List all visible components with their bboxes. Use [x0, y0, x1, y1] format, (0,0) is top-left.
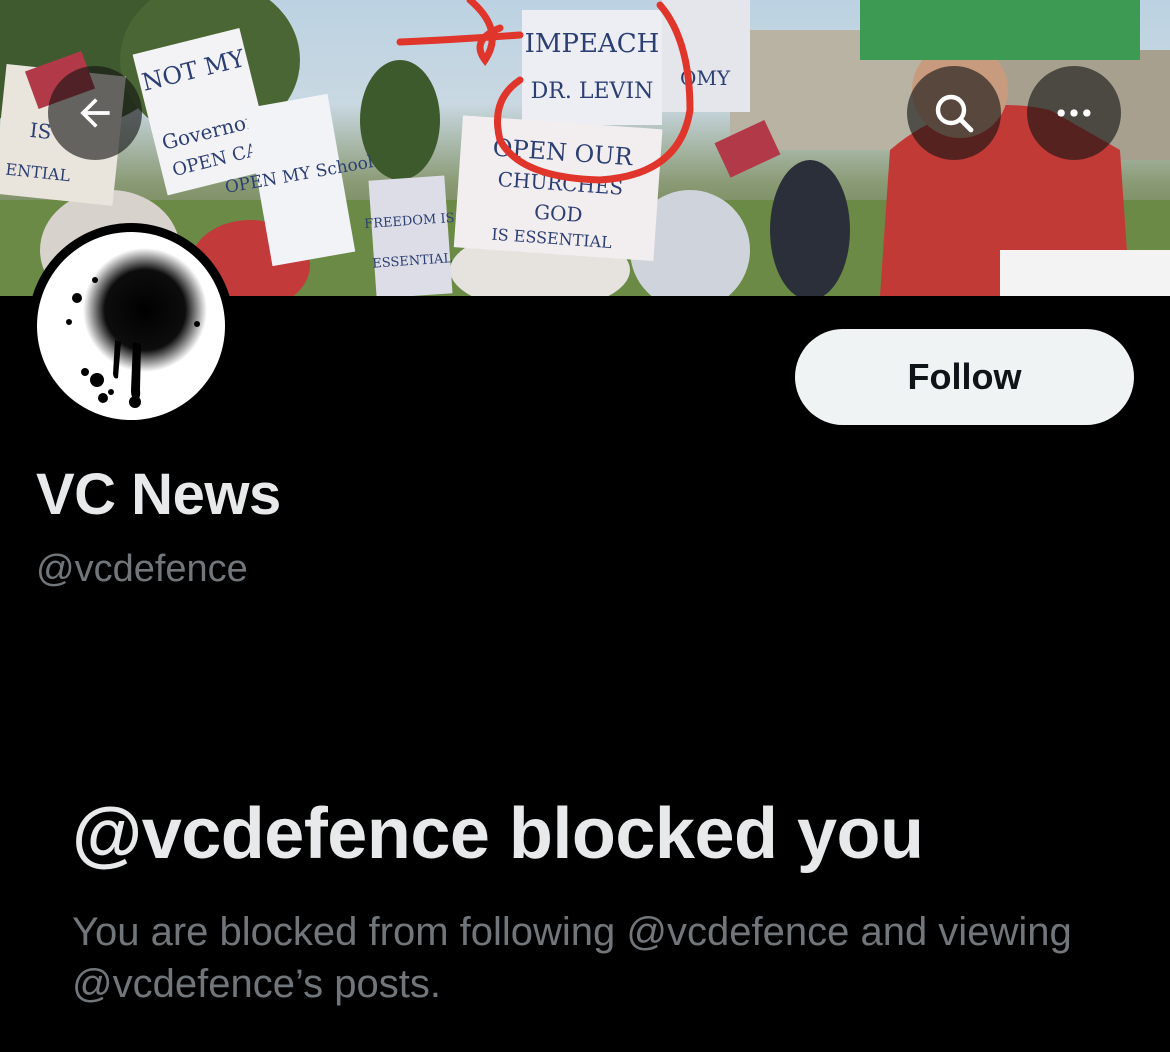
profile-avatar[interactable] [28, 223, 234, 429]
sign-impeach: IMPEACH [525, 29, 660, 59]
avatar-image [37, 232, 225, 420]
search-icon [935, 94, 974, 133]
search-button[interactable] [907, 66, 1001, 160]
sign-god: GOD [533, 200, 583, 227]
display-name: VC News [36, 462, 281, 527]
arrow-left-icon [80, 98, 110, 128]
more-options-button[interactable] [1027, 66, 1121, 160]
blocked-description: You are blocked from following @vcdefenc… [72, 910, 1072, 1006]
sign-dr-levin: DR. LEVIN [531, 79, 654, 104]
back-button[interactable] [48, 66, 142, 160]
blocked-title: @vcdefence blocked you [72, 794, 924, 874]
more-horizontal-icon [1057, 109, 1091, 117]
follow-button[interactable]: Follow [795, 329, 1134, 425]
user-handle: @vcdefence [36, 548, 248, 590]
spray-paint-splatter-avatar [66, 248, 207, 408]
profile-page: NOT MY Governor OPEN CA OPEN MY School I… [0, 0, 1170, 1052]
